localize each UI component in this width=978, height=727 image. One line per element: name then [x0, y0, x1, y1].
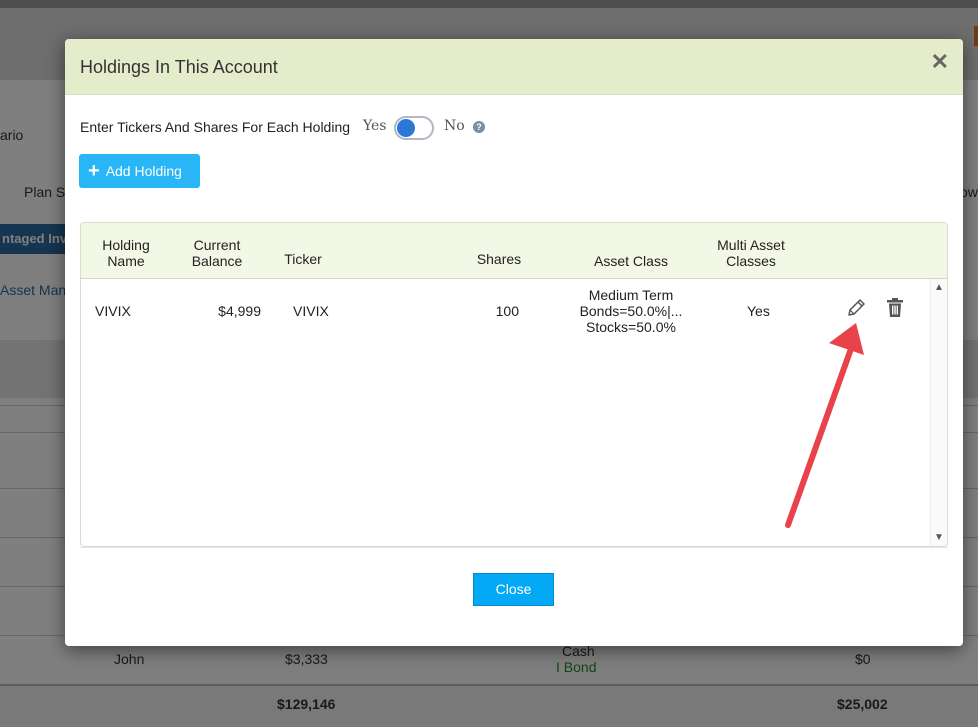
- scroll-up-icon[interactable]: ▲: [931, 281, 947, 295]
- modal-title: Holdings In This Account: [80, 57, 278, 77]
- close-button[interactable]: Close: [473, 573, 554, 606]
- header-ticker: Ticker: [284, 251, 322, 267]
- holdings-table: Holding Name Current Balance Ticker Shar…: [80, 222, 948, 547]
- add-holding-button[interactable]: + Add Holding: [79, 154, 200, 188]
- header-multi-asset-line1: Multi Asset: [717, 237, 785, 253]
- toggle-no-label: No: [444, 118, 465, 134]
- table-scrollbar[interactable]: ▲ ▼: [930, 279, 947, 546]
- toggle-knob: [397, 119, 415, 137]
- header-multi-asset: Multi Asset Classes: [701, 237, 801, 269]
- holdings-modal: Holdings In This Account ✕ Enter Tickers…: [65, 39, 963, 646]
- cell-shares: 100: [495, 303, 519, 319]
- cell-current-balance: $4,999: [218, 303, 261, 319]
- header-shares: Shares: [476, 251, 522, 267]
- header-current-balance-line2: Balance: [191, 253, 243, 269]
- toggle-yes-label: Yes: [363, 118, 387, 134]
- table-body: VIVIX $4,999 VIVIX 100 Medium Term Bonds…: [81, 279, 947, 546]
- header-holding-name-line2: Name: [107, 253, 145, 269]
- close-icon[interactable]: ✕: [931, 51, 949, 73]
- cell-multi-asset: Yes: [747, 303, 770, 319]
- cell-ticker: VIVIX: [293, 303, 329, 319]
- scroll-down-icon[interactable]: ▼: [931, 531, 947, 545]
- header-current-balance-line1: Current: [193, 237, 241, 253]
- asset-class-line2: Bonds=50.0%|...: [579, 303, 683, 319]
- modal-header: Holdings In This Account ✕: [65, 39, 963, 95]
- header-current-balance: Current Balance: [181, 237, 253, 269]
- asset-class-line1: Medium Term: [588, 287, 674, 303]
- tickers-toggle[interactable]: [394, 116, 434, 140]
- header-multi-asset-line2: Classes: [726, 253, 776, 269]
- header-holding-name: Holding Name: [95, 237, 157, 269]
- tickers-prompt: Enter Tickers And Shares For Each Holdin…: [80, 119, 351, 135]
- header-holding-name-line1: Holding: [102, 237, 150, 253]
- cell-holding-name: VIVIX: [95, 303, 131, 319]
- cell-asset-class: Medium Term Bonds=50.0%|... Stocks=50.0%: [571, 287, 691, 335]
- help-icon[interactable]: ?: [473, 121, 485, 133]
- add-holding-label: Add Holding: [105, 163, 182, 179]
- header-asset-class: Asset Class: [594, 253, 668, 269]
- plus-icon: +: [88, 160, 100, 182]
- pencil-icon[interactable]: [845, 297, 867, 319]
- table-header: Holding Name Current Balance Ticker Shar…: [81, 223, 947, 279]
- asset-class-line3: Stocks=50.0%: [586, 319, 676, 335]
- trash-icon[interactable]: [884, 297, 906, 319]
- modal-footer-divider: [80, 547, 948, 548]
